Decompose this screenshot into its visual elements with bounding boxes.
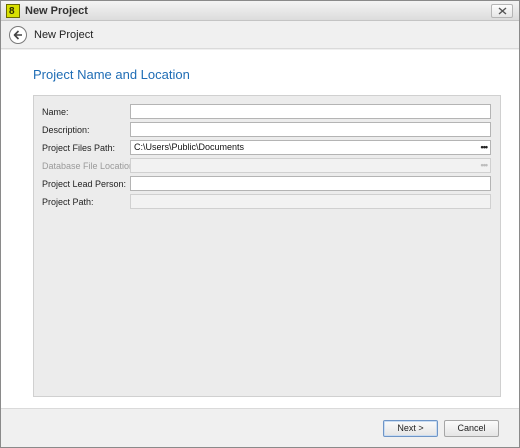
new-project-window: 8 New Project New Project Project Name a…: [0, 0, 520, 448]
cancel-button[interactable]: Cancel: [444, 420, 499, 437]
arrow-left-icon: [13, 30, 22, 40]
form-row-description: Description:: [34, 122, 500, 138]
name-label: Name:: [42, 107, 69, 117]
description-label: Description:: [42, 125, 90, 135]
project-files-path-label: Project Files Path:: [42, 143, 116, 153]
app-icon-text: 8: [9, 6, 15, 17]
dialog-footer: Next > Cancel: [1, 408, 519, 447]
browse-project-files-button[interactable]: •••: [481, 141, 489, 153]
close-icon: [498, 7, 507, 15]
close-button[interactable]: [491, 4, 513, 18]
form-row-name: Name:: [34, 104, 500, 120]
window-title: New Project: [25, 5, 88, 17]
description-field[interactable]: [130, 122, 491, 137]
title-bar: 8 New Project: [1, 1, 519, 21]
database-file-location-label: Database File Location:: [42, 161, 137, 171]
nav-title: New Project: [34, 29, 94, 41]
project-files-path-value: C:\Users\Public\Documents: [134, 142, 245, 152]
database-file-location-field: •••: [130, 158, 491, 173]
app-icon: 8: [6, 4, 20, 18]
form-row-project-lead-person: Project Lead Person:: [34, 176, 500, 192]
form-panel: Name: Description: Project Files Path: C…: [33, 95, 501, 397]
project-lead-person-label: Project Lead Person:: [42, 179, 127, 189]
page-heading: Project Name and Location: [33, 67, 190, 82]
name-field[interactable]: [130, 104, 491, 119]
back-button[interactable]: [9, 26, 27, 44]
project-files-path-field[interactable]: C:\Users\Public\Documents •••: [130, 140, 491, 155]
form-row-database-file-location: Database File Location: •••: [34, 158, 500, 174]
form-row-project-files-path: Project Files Path: C:\Users\Public\Docu…: [34, 140, 500, 156]
content-area: Project Name and Location Name: Descript…: [1, 50, 519, 408]
project-path-field: [130, 194, 491, 209]
form-row-project-path: Project Path:: [34, 194, 500, 210]
next-button[interactable]: Next >: [383, 420, 438, 437]
project-lead-person-field[interactable]: [130, 176, 491, 191]
navigation-bar: New Project: [1, 22, 519, 49]
project-path-label: Project Path:: [42, 197, 94, 207]
browse-database-file-button: •••: [480, 160, 489, 170]
